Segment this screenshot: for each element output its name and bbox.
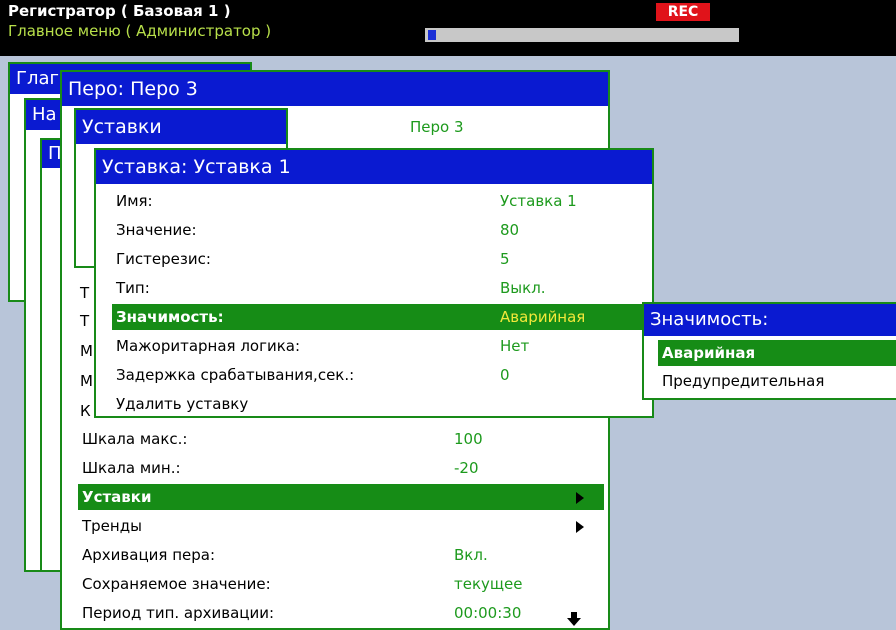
setpoint-setting-value: 80 [500,221,520,239]
truncated-label: Т [80,312,90,330]
significance-option[interactable]: Аварийная [658,340,896,366]
pen-setting-label: Тренды [82,517,142,535]
setpoint-window: Уставка: Уставка 1 Имя: Уставка 1 Значение… [94,148,654,418]
pen-setting-label: Шкала мин.: [82,459,181,477]
pen-setting-value: -20 [454,459,479,477]
setpoint-setting-label: Удалить уставку [116,395,249,413]
pen-setting-row[interactable]: Сохраняемое значение: текущее [78,571,604,597]
rec-indicator: REC [656,3,710,21]
setpoint-setting-value: Выкл. [500,279,546,297]
setpoint-setting-row[interactable]: Удалить уставку [112,391,652,416]
significance-option[interactable]: Предупредительная [658,368,896,394]
memory-progress-bar [425,28,739,42]
truncated-label: М [80,372,93,390]
pen-setting-value: 00:00:30 [454,604,522,622]
setpoint-setting-row[interactable]: Гистерезис: 5 [112,246,652,272]
truncated-label: К [80,402,91,420]
setpoint-setting-label: Тип: [116,279,150,297]
setpoint-setting-row[interactable]: Имя: Уставка 1 [112,188,652,214]
memory-progress-fill [428,30,436,40]
pen-setting-label: Шкала макс.: [82,430,188,448]
pen-setting-label: Архивация пера: [82,546,215,564]
pen-setting-row[interactable]: Шкала макс.: 100 [78,426,604,452]
pen-setting-label: Сохраняемое значение: [82,575,271,593]
pen-window-title: Перо: Перо 3 [62,72,608,106]
pen-setting-value: Вкл. [454,546,488,564]
setpoint-setting-value: 5 [500,250,510,268]
setpoint-setting-row[interactable]: Тип: Выкл. [112,275,652,301]
pen-setting-label: Уставки [82,488,152,506]
significance-popup-title: Значимость: [644,304,896,336]
setpoint-setting-label: Имя: [116,192,153,210]
pen-setting-row[interactable]: Шкала мин.: -20 [78,455,604,481]
setpoint-setting-label: Задержка срабатывания,сек.: [116,366,355,384]
setpoint-setting-value: Нет [500,337,530,355]
setpoint-setting-row[interactable]: Значимость: Аварийная [112,304,652,330]
top-status-bar: Регистратор ( Базовая 1 ) Главное меню (… [0,0,896,56]
pen-setting-row[interactable]: Архивация пера: Вкл. [78,542,604,568]
setpoint-setting-value: 0 [500,366,510,384]
submenu-arrow-icon [576,492,584,504]
pen-setting-row[interactable]: Тренды [78,513,604,539]
pen-top-value: Перо 3 [410,118,464,136]
pen-setting-row[interactable]: Уставки [78,484,604,510]
pen-setting-value: текущее [454,575,523,593]
truncated-label: М [80,342,93,360]
setpoint-setting-row[interactable]: Задержка срабатывания,сек.: 0 [112,362,652,388]
setpoints-window-title: Уставки [76,110,286,144]
setpoint-window-title: Уставка: Уставка 1 [96,150,652,184]
pen-setting-row[interactable]: Период тип. архивации: 00:00:30 [78,600,604,626]
setpoint-setting-label: Гистерезис: [116,250,211,268]
truncated-label: Т [80,284,90,302]
setpoint-setting-value: Уставка 1 [500,192,577,210]
significance-popup: Значимость: Аварийная Предупредительная [642,302,896,400]
setpoint-setting-row[interactable]: Мажоритарная логика: Нет [112,333,652,359]
setpoint-setting-row[interactable]: Значение: 80 [112,217,652,243]
pen-setting-label: Период тип. архивации: [82,604,275,622]
setpoint-setting-value: Аварийная [500,308,586,326]
pen-setting-value: 100 [454,430,483,448]
setpoint-setting-label: Мажоритарная логика: [116,337,301,355]
app-title: Регистратор ( Базовая 1 ) [8,2,231,20]
setpoint-setting-label: Значение: [116,221,197,239]
menu-path: Главное меню ( Администратор ) [8,22,272,40]
submenu-arrow-icon [576,521,584,533]
setpoint-setting-label: Значимость: [116,308,224,326]
